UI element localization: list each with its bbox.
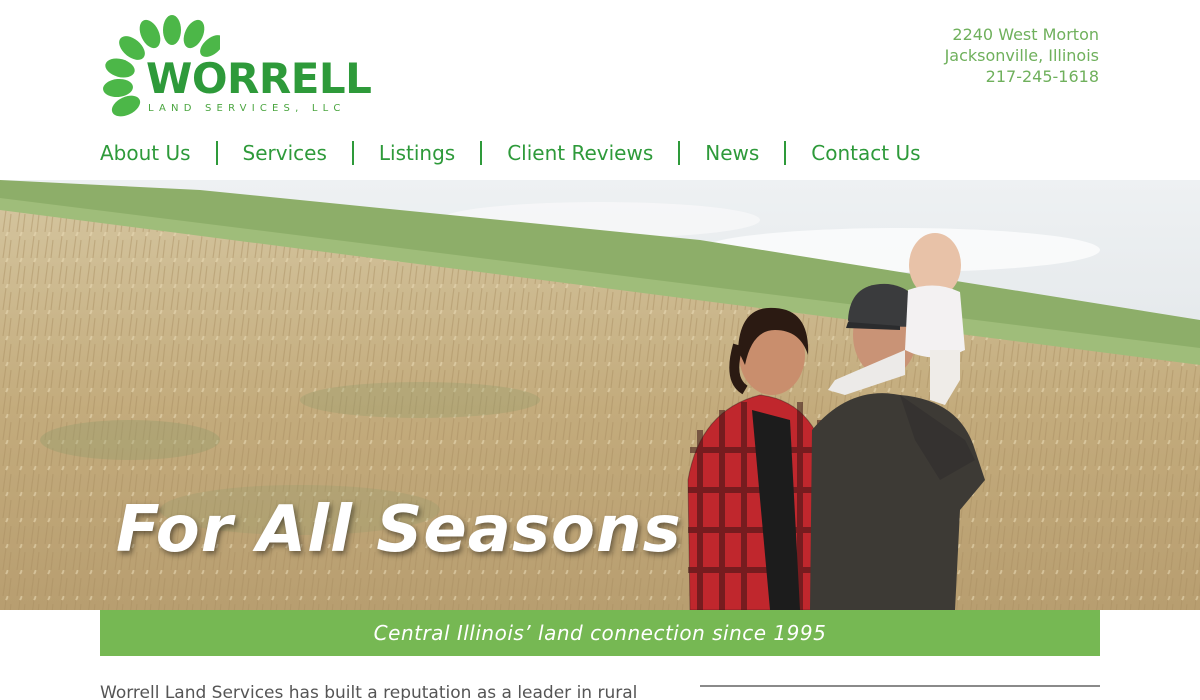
nav-services[interactable]: Services <box>243 138 327 168</box>
hero-title: For All Seasons <box>116 493 682 567</box>
nav-news[interactable]: News <box>705 138 759 168</box>
nav-contact-us[interactable]: Contact Us <box>811 138 920 168</box>
nav-divider <box>784 141 787 165</box>
nav-divider <box>351 141 354 165</box>
company-logo[interactable]: WORRELL LAND SERVICES, LLC <box>100 14 372 124</box>
nav-client-reviews[interactable]: Client Reviews <box>507 138 653 168</box>
tagline-banner: Central Illinois’ land connection since … <box>100 610 1100 656</box>
nav-about-us[interactable]: About Us <box>100 138 191 168</box>
contact-address: 2240 West Morton Jacksonville, Illinois … <box>945 24 1099 87</box>
phone-number[interactable]: 217-245-1618 <box>945 66 1099 87</box>
logo-subtitle: LAND SERVICES, LLC <box>148 103 346 114</box>
address-street: 2240 West Morton <box>952 25 1099 44</box>
site-header: WORRELL LAND SERVICES, LLC 2240 West Mor… <box>0 0 1200 180</box>
nav-divider <box>215 141 218 165</box>
hero-banner: For All Seasons <box>0 180 1200 610</box>
nav-listings[interactable]: Listings <box>379 138 455 168</box>
tagline-text: Central Illinois’ land connection since … <box>373 621 827 645</box>
logo-wordmark: WORRELL <box>146 54 372 103</box>
intro-paragraph: Worrell Land Services has built a reputa… <box>100 683 638 700</box>
nav-divider <box>480 141 483 165</box>
nav-divider <box>678 141 681 165</box>
address-city: Jacksonville, Illinois <box>944 46 1099 65</box>
main-navigation: About Us Services Listings Client Review… <box>100 138 921 168</box>
sidebar-divider <box>700 685 1100 687</box>
